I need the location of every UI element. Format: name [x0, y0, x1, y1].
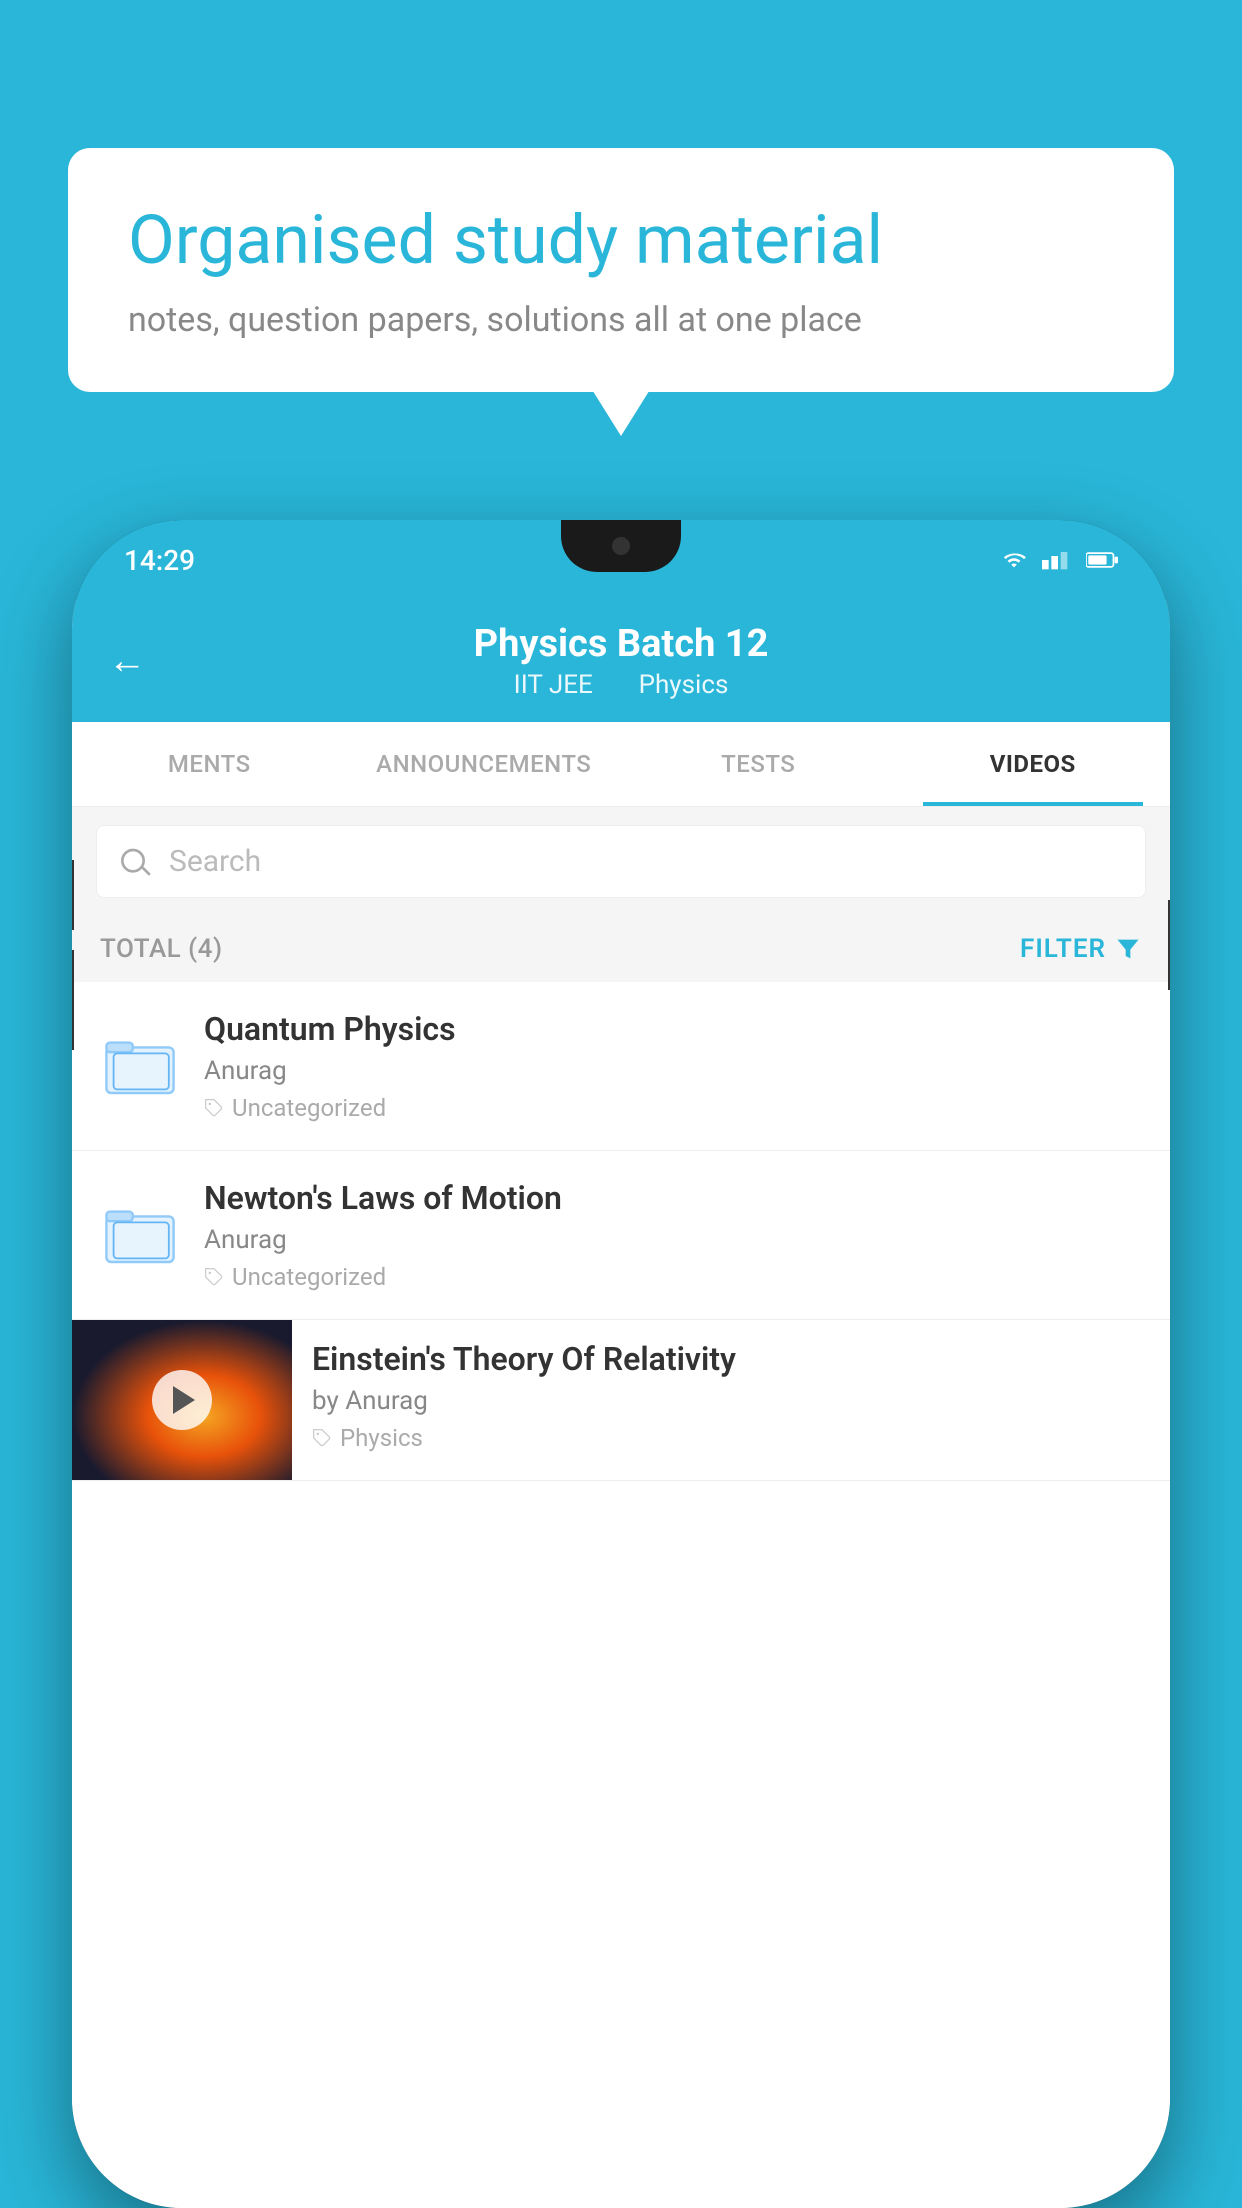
item-tag: Physics	[312, 1424, 1150, 1452]
filter-icon	[1114, 935, 1142, 963]
bubble-subtitle: notes, question papers, solutions all at…	[128, 300, 1114, 340]
folder-icon	[104, 1199, 176, 1271]
filter-label: FILTER	[1020, 934, 1106, 964]
item-tag: Uncategorized	[204, 1263, 1142, 1291]
phone-screen: ← Physics Batch 12 IIT JEE Physics MENTS…	[72, 600, 1170, 2208]
subtitle-part1: IIT JEE	[514, 670, 593, 700]
file-icon-container	[100, 1030, 180, 1102]
volume-down-button[interactable]	[72, 950, 74, 1050]
tag-label: Uncategorized	[232, 1094, 386, 1122]
list-item[interactable]: Einstein's Theory Of Relativity by Anura…	[72, 1320, 1170, 1481]
bubble-title: Organised study material	[128, 200, 1114, 282]
item-info: Einstein's Theory Of Relativity by Anura…	[292, 1320, 1170, 1472]
file-icon-container	[100, 1199, 180, 1271]
status-time: 14:29	[124, 544, 195, 577]
list-item[interactable]: Newton's Laws of Motion Anurag Uncategor…	[72, 1151, 1170, 1320]
camera-dot	[612, 537, 630, 555]
tag-label: Physics	[340, 1424, 423, 1452]
tag-icon	[312, 1428, 332, 1448]
tag-icon	[204, 1098, 224, 1118]
item-info: Newton's Laws of Motion Anurag Uncategor…	[204, 1179, 1142, 1291]
filter-bar: TOTAL (4) FILTER	[72, 916, 1170, 982]
item-author: Anurag	[204, 1225, 1142, 1255]
speech-bubble: Organised study material notes, question…	[68, 148, 1174, 392]
header-title: Physics Batch 12	[474, 622, 769, 666]
search-container: Search	[72, 807, 1170, 916]
status-bar: 14:29	[72, 520, 1170, 600]
search-placeholder: Search	[169, 844, 261, 879]
wifi-icon	[998, 549, 1030, 571]
total-count: TOTAL (4)	[100, 934, 223, 964]
folder-icon	[104, 1030, 176, 1102]
volume-up-button[interactable]	[72, 860, 74, 930]
tag-icon	[204, 1267, 224, 1287]
status-icons	[998, 549, 1118, 571]
search-box[interactable]: Search	[96, 825, 1146, 898]
video-list: Quantum Physics Anurag Uncategorized	[72, 982, 1170, 2208]
header-subtitle: IIT JEE Physics	[504, 670, 739, 700]
speech-bubble-section: Organised study material notes, question…	[68, 148, 1174, 392]
tabs-bar: MENTS ANNOUNCEMENTS TESTS VIDEOS	[72, 722, 1170, 807]
item-title: Einstein's Theory Of Relativity	[312, 1340, 1150, 1378]
item-title: Newton's Laws of Motion	[204, 1179, 1142, 1217]
power-button[interactable]	[1168, 900, 1170, 990]
video-thumbnail	[72, 1320, 292, 1480]
play-triangle-icon	[173, 1386, 195, 1414]
signal-icon	[1042, 549, 1074, 571]
item-tag: Uncategorized	[204, 1094, 1142, 1122]
tab-announcements[interactable]: ANNOUNCEMENTS	[347, 722, 622, 806]
item-author: Anurag	[204, 1056, 1142, 1086]
battery-icon	[1086, 549, 1118, 571]
tab-tests[interactable]: TESTS	[621, 722, 896, 806]
tab-videos[interactable]: VIDEOS	[896, 722, 1171, 806]
subtitle-part2: Physics	[639, 670, 729, 700]
phone-frame: 14:29	[72, 520, 1170, 2208]
notch	[561, 520, 681, 572]
thumbnail-bg	[72, 1320, 292, 1480]
phone-inner: 14:29	[72, 520, 1170, 2208]
app-header: ← Physics Batch 12 IIT JEE Physics	[72, 600, 1170, 722]
filter-button[interactable]: FILTER	[1020, 934, 1142, 964]
search-icon	[121, 846, 153, 878]
item-title: Quantum Physics	[204, 1010, 1142, 1048]
play-button[interactable]	[152, 1370, 212, 1430]
list-item[interactable]: Quantum Physics Anurag Uncategorized	[72, 982, 1170, 1151]
tab-ments[interactable]: MENTS	[72, 722, 347, 806]
tag-label: Uncategorized	[232, 1263, 386, 1291]
back-button[interactable]: ←	[108, 639, 146, 683]
item-info: Quantum Physics Anurag Uncategorized	[204, 1010, 1142, 1122]
item-author: by Anurag	[312, 1386, 1150, 1416]
